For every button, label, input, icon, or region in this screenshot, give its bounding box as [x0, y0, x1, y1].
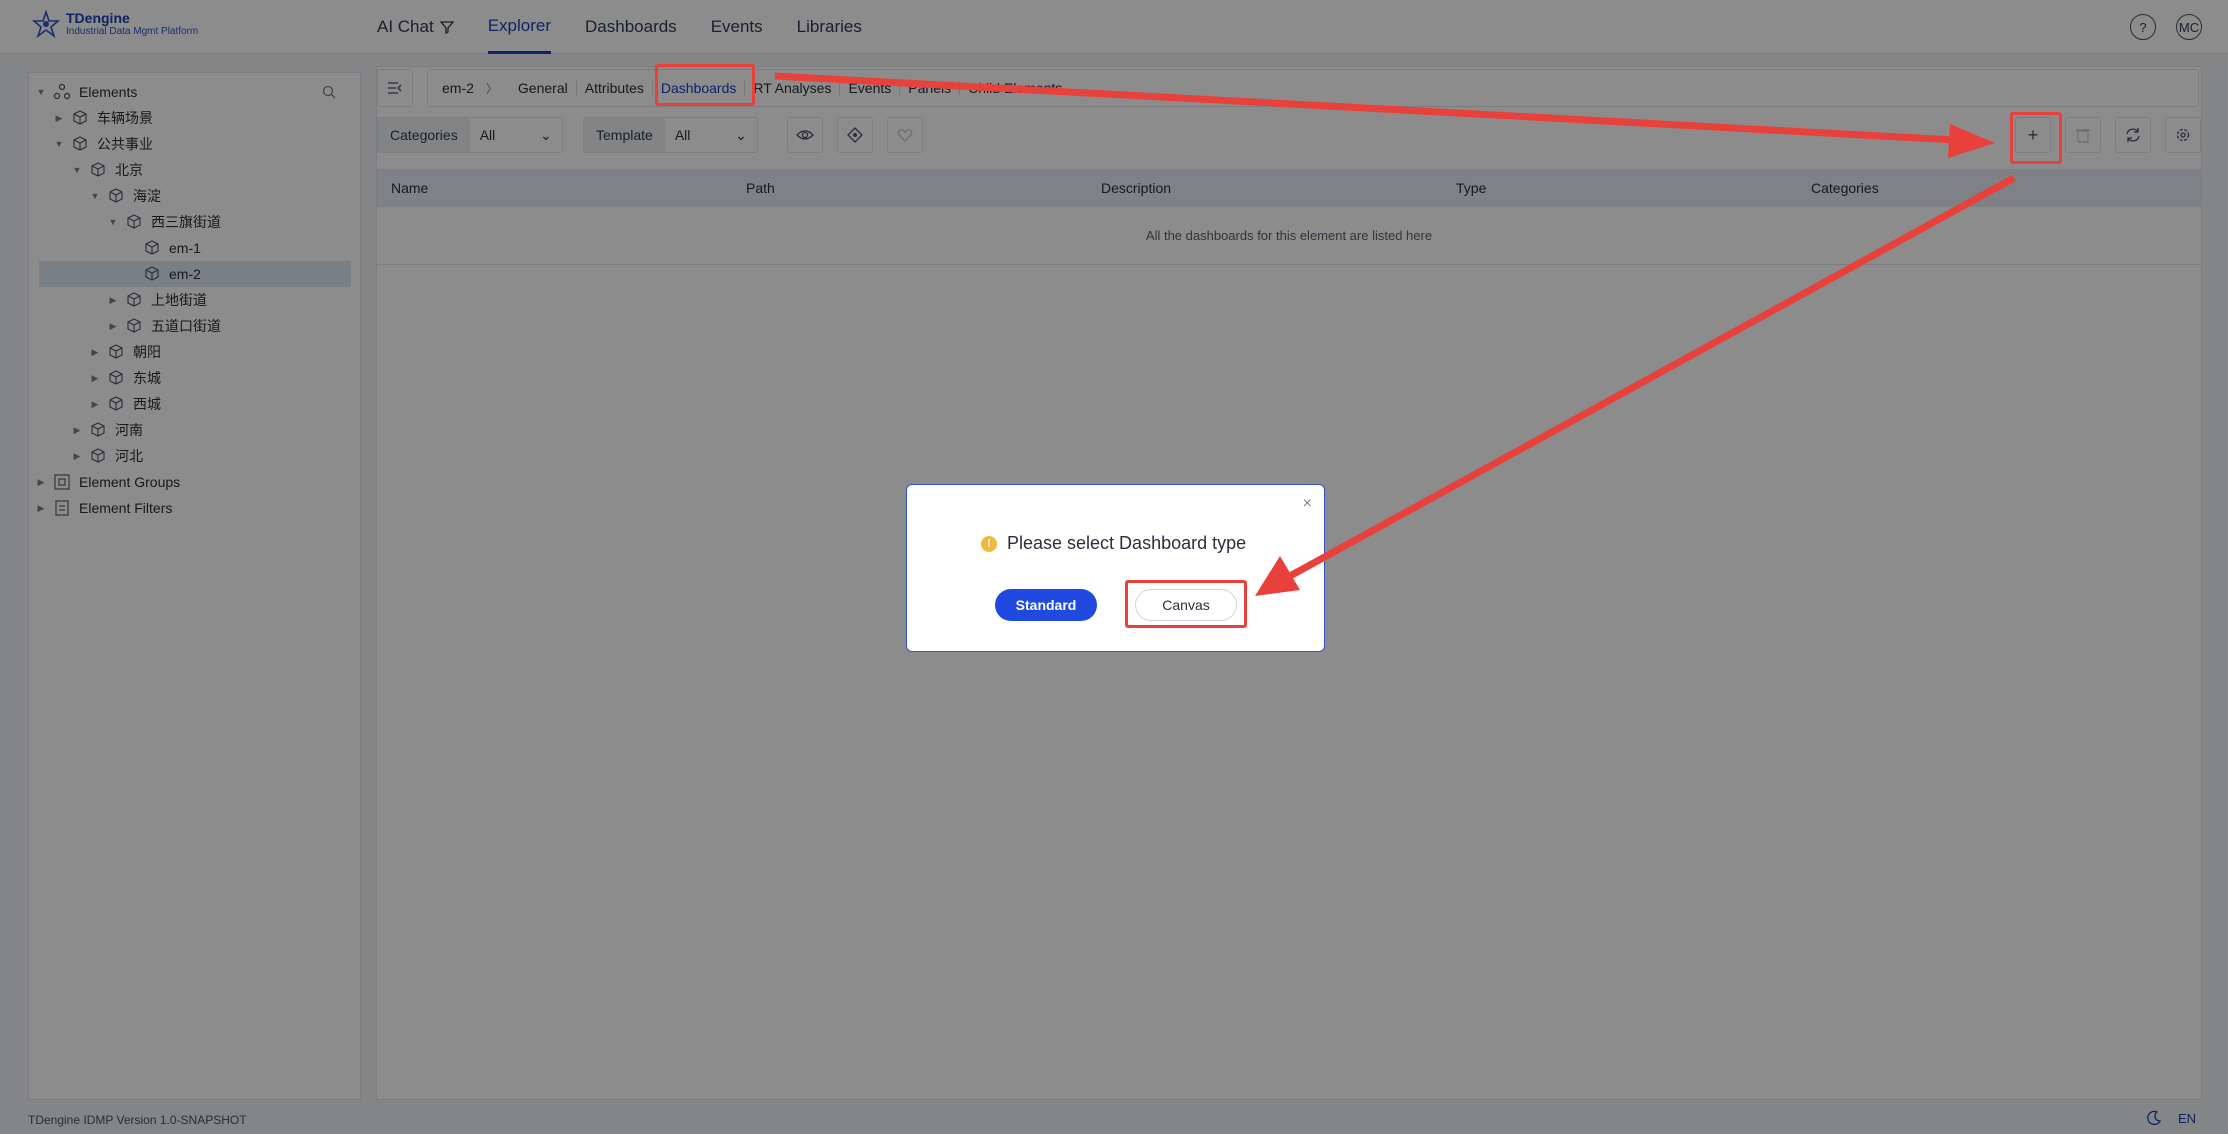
standard-button[interactable]: Standard [995, 589, 1097, 621]
warning-icon: ! [981, 535, 997, 552]
dashboard-type-dialog: × ! Please select Dashboard type Standar… [906, 484, 1325, 652]
dialog-message: ! Please select Dashboard type [981, 533, 1246, 554]
close-icon[interactable]: × [1303, 495, 1312, 513]
highlight-add-button [2010, 112, 2062, 164]
highlight-canvas-button [1125, 580, 1247, 628]
highlight-dashboards-tab [655, 64, 755, 106]
dialog-message-text: Please select Dashboard type [1007, 533, 1247, 553]
